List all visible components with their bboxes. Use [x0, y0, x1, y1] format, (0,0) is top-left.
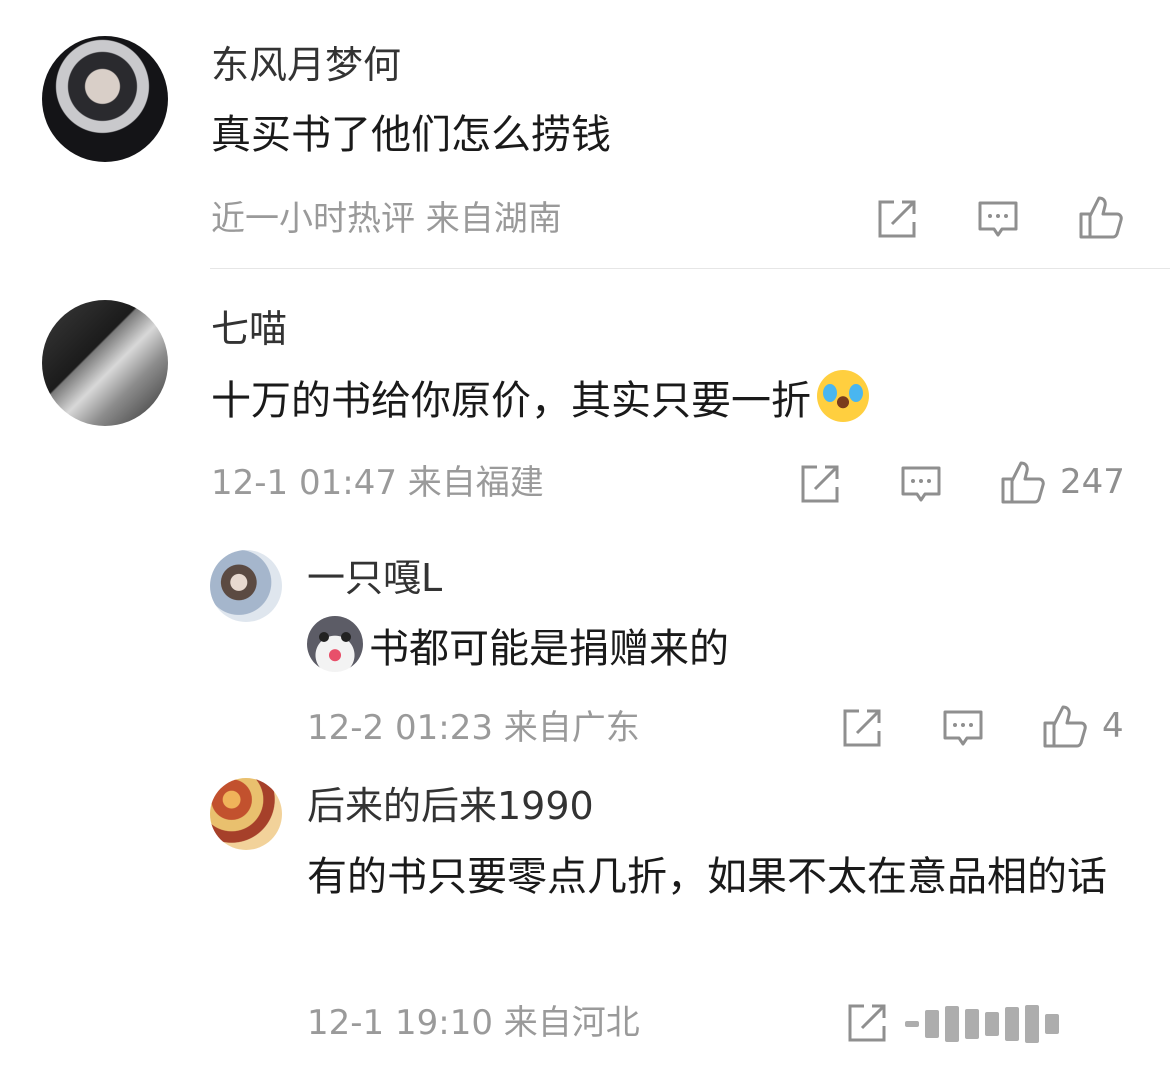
share-button[interactable] — [799, 463, 841, 505]
comment-text-row: 书都可能是捐赠来的 — [307, 616, 729, 680]
comment-text: 真买书了他们怎么捞钱 — [211, 112, 611, 158]
avatar[interactable] — [210, 550, 282, 622]
like-icon — [1043, 705, 1087, 748]
like-count: 4 — [1102, 706, 1124, 746]
like-icon — [1079, 196, 1123, 239]
comment-author[interactable]: 后来的后来1990 — [307, 787, 594, 825]
like-count: 247 — [1060, 462, 1125, 502]
reply-icon — [978, 201, 1018, 237]
like-button[interactable]: 247 — [1000, 459, 1125, 505]
like-button[interactable]: 4 — [1042, 703, 1124, 749]
comment-meta: 近一小时热评 来自湖南 — [211, 199, 562, 239]
reply-icon — [943, 710, 983, 746]
watermark — [905, 1004, 1080, 1044]
laughing-crying-emoji-icon — [817, 370, 869, 422]
reply-button[interactable] — [900, 463, 942, 505]
share-icon — [843, 709, 881, 747]
comment-text: 有的书只要零点几折，如果不太在意品相的话 — [307, 854, 1107, 900]
comment-meta: 12-1 19:10 来自河北 — [307, 1003, 640, 1043]
avatar[interactable] — [42, 36, 168, 162]
like-icon — [1001, 461, 1045, 504]
avatar[interactable] — [42, 300, 168, 426]
share-icon — [801, 465, 839, 503]
comment-meta: 12-2 01:23 来自广东 — [307, 708, 640, 748]
share-icon — [878, 200, 916, 238]
comment-text-row: 十万的书给你原价，其实只要一折 — [211, 370, 869, 432]
like-button[interactable] — [1078, 194, 1138, 240]
reply-button[interactable] — [977, 198, 1019, 240]
comment-meta: 12-1 01:47 来自福建 — [211, 463, 544, 503]
comment-text: 书都可能是捐赠来的 — [369, 626, 729, 672]
share-button[interactable] — [876, 198, 918, 240]
share-button[interactable] — [846, 1002, 888, 1044]
comment-author[interactable]: 一只嘎L — [307, 559, 442, 597]
reply-icon — [901, 466, 941, 502]
reply-button[interactable] — [942, 707, 984, 749]
divider — [210, 268, 1170, 269]
share-button[interactable] — [841, 707, 883, 749]
comment-author[interactable]: 七喵 — [211, 310, 287, 348]
husky-emoji-icon — [307, 616, 363, 672]
comment-author[interactable]: 东风月梦何 — [211, 46, 401, 84]
comment-text: 十万的书给你原价，其实只要一折 — [211, 378, 811, 424]
avatar[interactable] — [210, 778, 282, 850]
share-icon — [848, 1004, 886, 1042]
